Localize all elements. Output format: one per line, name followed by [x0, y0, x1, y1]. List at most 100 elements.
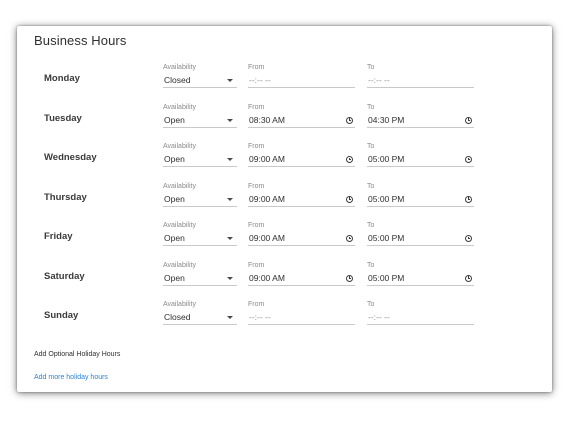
to-field: To 05:00 PM — [367, 143, 474, 167]
to-time-input[interactable]: 05:00 PM — [367, 153, 474, 167]
availability-select[interactable]: Open — [163, 153, 237, 167]
from-time-value: 09:00 AM — [249, 233, 285, 243]
to-time-value: 05:00 PM — [368, 272, 405, 283]
availability-value: Open — [164, 272, 185, 283]
from-time-input[interactable]: --:-- -- — [248, 311, 355, 325]
from-time-value: --:-- -- — [249, 312, 271, 322]
availability-label: Availability — [163, 301, 196, 308]
to-field: To --:-- -- — [367, 301, 474, 325]
to-label: To — [367, 143, 375, 150]
clock-icon[interactable] — [346, 116, 353, 124]
from-label: From — [248, 64, 265, 71]
availability-value: Open — [164, 114, 185, 125]
chevron-down-icon — [227, 79, 233, 82]
clock-icon[interactable] — [465, 274, 472, 282]
chevron-down-icon — [227, 197, 233, 201]
availability-field: Availability Open — [163, 104, 237, 128]
to-time-value: 05:00 PM — [368, 233, 405, 243]
clock-icon[interactable] — [346, 156, 353, 163]
availability-label: Availability — [163, 261, 196, 269]
add-holiday-hours-link[interactable]: Add more holiday hours — [34, 374, 108, 381]
availability-value: Closed — [164, 312, 191, 322]
day-label: Sunday — [44, 310, 79, 321]
day-row-monday: Monday Availability Closed From --:-- --… — [17, 64, 552, 100]
chevron-down-icon — [227, 276, 233, 280]
to-time-value: 05:00 PM — [368, 193, 405, 204]
to-label: To — [367, 261, 375, 269]
to-time-value: --:-- -- — [368, 312, 390, 322]
availability-field: Availability Open — [163, 262, 237, 286]
from-time-input[interactable]: 09:00 AM — [248, 193, 355, 207]
from-field: From 09:00 AM — [248, 143, 355, 167]
section-title: Business Hours — [34, 33, 127, 48]
to-field: To --:-- -- — [367, 64, 474, 88]
clock-icon[interactable] — [346, 235, 353, 242]
to-time-input[interactable]: 05:00 PM — [367, 272, 474, 286]
day-label: Tuesday — [44, 112, 82, 124]
day-row-friday: Friday Availability Open From 09:00 AM T… — [17, 222, 552, 258]
from-time-input[interactable]: 08:30 AM — [248, 114, 355, 128]
clock-icon[interactable] — [346, 195, 353, 203]
day-label: Wednesday — [44, 152, 97, 163]
availability-value: Open — [164, 233, 185, 243]
availability-select[interactable]: Closed — [163, 311, 237, 325]
to-time-value: 05:00 PM — [368, 154, 405, 164]
from-field: From --:-- -- — [248, 301, 355, 325]
from-time-input[interactable]: --:-- -- — [248, 74, 355, 88]
to-time-value: --:-- -- — [368, 75, 390, 85]
to-time-input[interactable]: 04:30 PM — [367, 114, 474, 128]
from-field: From 09:00 AM — [248, 222, 355, 246]
from-field: From 09:00 AM — [248, 262, 355, 286]
availability-label: Availability — [163, 143, 196, 150]
availability-select[interactable]: Open — [163, 193, 237, 207]
from-label: From — [248, 301, 265, 308]
to-time-input[interactable]: --:-- -- — [367, 311, 474, 325]
from-field: From --:-- -- — [248, 64, 355, 88]
availability-label: Availability — [163, 182, 196, 190]
from-time-input[interactable]: 09:00 AM — [248, 232, 355, 246]
from-label: From — [248, 143, 265, 150]
availability-value: Open — [164, 154, 185, 164]
from-time-input[interactable]: 09:00 AM — [248, 272, 355, 286]
availability-select[interactable]: Open — [163, 272, 237, 286]
to-time-value: 04:30 PM — [368, 114, 405, 125]
to-label: To — [367, 222, 375, 229]
availability-label: Availability — [163, 64, 196, 71]
day-row-thursday: Thursday Availability Open From 09:00 AM… — [17, 183, 552, 219]
to-label: To — [367, 182, 375, 190]
availability-select[interactable]: Closed — [163, 74, 237, 88]
day-label: Friday — [44, 231, 73, 242]
availability-field: Availability Open — [163, 143, 237, 167]
day-row-wednesday: Wednesday Availability Open From 09:00 A… — [17, 143, 552, 179]
day-row-saturday: Saturday Availability Open From 09:00 AM… — [17, 262, 552, 298]
availability-field: Availability Closed — [163, 64, 237, 88]
from-time-input[interactable]: 09:00 AM — [248, 153, 355, 167]
clock-icon[interactable] — [465, 116, 472, 124]
clock-icon[interactable] — [465, 156, 472, 163]
to-time-input[interactable]: --:-- -- — [367, 74, 474, 88]
clock-icon[interactable] — [346, 274, 353, 282]
clock-icon[interactable] — [465, 195, 472, 203]
to-field: To 05:00 PM — [367, 222, 474, 246]
from-time-value: 09:00 AM — [249, 272, 285, 283]
availability-select[interactable]: Open — [163, 232, 237, 246]
day-label: Thursday — [44, 191, 87, 203]
to-time-input[interactable]: 05:00 PM — [367, 232, 474, 246]
availability-value: Closed — [164, 75, 191, 85]
business-hours-card: Business Hours Monday Availability Close… — [17, 26, 552, 392]
from-label: From — [248, 261, 265, 269]
availability-value: Open — [164, 193, 185, 204]
availability-label: Availability — [163, 222, 196, 229]
to-label: To — [367, 64, 375, 71]
chevron-down-icon — [227, 158, 233, 161]
from-time-value: 09:00 AM — [249, 154, 285, 164]
to-time-input[interactable]: 05:00 PM — [367, 193, 474, 207]
optional-holiday-hours-label: Add Optional Holiday Hours — [34, 351, 121, 358]
to-label: To — [367, 301, 375, 308]
clock-icon[interactable] — [465, 235, 472, 242]
to-label: To — [367, 103, 375, 111]
availability-field: Availability Closed — [163, 301, 237, 325]
from-time-value: 08:30 AM — [249, 114, 285, 125]
from-label: From — [248, 103, 265, 111]
availability-select[interactable]: Open — [163, 114, 237, 128]
